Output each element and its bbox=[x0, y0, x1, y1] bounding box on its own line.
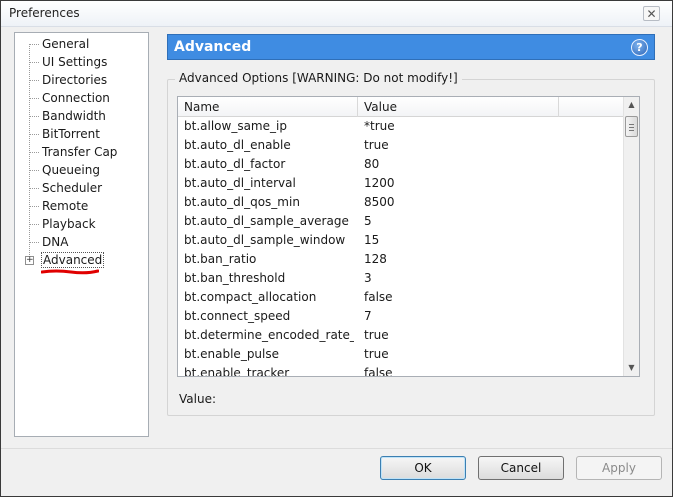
vertical-scrollbar[interactable]: ▲ ▼ bbox=[623, 97, 639, 376]
table-row[interactable]: bt.determine_encoded_rate_fo... true bbox=[178, 326, 625, 345]
table-row[interactable]: bt.allow_same_ip *true bbox=[178, 117, 625, 136]
panel-header: Advanced ? bbox=[167, 34, 655, 60]
red-underline-annotation bbox=[41, 269, 99, 275]
column-header-value[interactable]: Value bbox=[358, 97, 559, 117]
tree-item-connection[interactable]: Connection bbox=[29, 89, 110, 107]
tree-item-label: Advanced bbox=[41, 252, 105, 268]
tree-item-bittorrent[interactable]: BitTorrent bbox=[29, 125, 100, 143]
row-name: bt.auto_dl_sample_window bbox=[184, 233, 346, 247]
row-name: bt.auto_dl_sample_average bbox=[184, 214, 349, 228]
tree-item-label: Queueing bbox=[42, 163, 100, 177]
tree-item-general[interactable]: General bbox=[29, 35, 89, 53]
ok-button[interactable]: OK bbox=[380, 456, 466, 480]
row-name: bt.compact_allocation bbox=[184, 290, 317, 304]
tree-item-label: Connection bbox=[42, 91, 110, 105]
advanced-options-group: Advanced Options [WARNING: Do not modify… bbox=[167, 71, 655, 416]
tree-item-transfer-cap[interactable]: Transfer Cap bbox=[29, 143, 117, 161]
row-value: 8500 bbox=[364, 195, 395, 209]
tree-item-label: UI Settings bbox=[42, 55, 108, 69]
table-row[interactable]: bt.auto_dl_sample_average 5 bbox=[178, 212, 625, 231]
apply-button[interactable]: Apply bbox=[576, 456, 662, 480]
list-body: bt.allow_same_ip *true bt.auto_dl_enable tr… bbox=[178, 117, 625, 376]
row-value: 128 bbox=[364, 252, 387, 266]
table-row[interactable]: bt.auto_dl_qos_min 8500 bbox=[178, 193, 625, 212]
preferences-window: Preferences ✕ General UI Settings Direct… bbox=[0, 0, 673, 497]
tree-item-dna[interactable]: DNA bbox=[29, 233, 68, 251]
table-row[interactable]: bt.compact_allocation false bbox=[178, 288, 625, 307]
preferences-tree[interactable]: General UI Settings Directories Connecti… bbox=[14, 32, 149, 437]
table-row[interactable]: bt.ban_ratio 128 bbox=[178, 250, 625, 269]
tree-item-scheduler[interactable]: Scheduler bbox=[29, 179, 102, 197]
list-header: Name Value bbox=[178, 97, 625, 117]
tree-item-remote[interactable]: Remote bbox=[29, 197, 88, 215]
tree-item-bandwidth[interactable]: Bandwidth bbox=[29, 107, 106, 125]
tree-item-queueing[interactable]: Queueing bbox=[29, 161, 100, 179]
row-name: bt.enable_tracker bbox=[184, 366, 290, 376]
tree-item-label: Transfer Cap bbox=[42, 145, 118, 159]
row-value: false bbox=[364, 290, 393, 304]
scroll-up-icon[interactable]: ▲ bbox=[624, 97, 639, 113]
table-row[interactable]: bt.auto_dl_interval 1200 bbox=[178, 174, 625, 193]
tree-item-label: Scheduler bbox=[42, 181, 103, 195]
row-name: bt.auto_dl_factor bbox=[184, 157, 286, 171]
row-name: bt.ban_threshold bbox=[184, 271, 286, 285]
group-label: Advanced Options [WARNING: Do not modify… bbox=[175, 71, 462, 85]
tree-item-ui-settings[interactable]: UI Settings bbox=[29, 53, 107, 71]
table-row[interactable]: bt.ban_threshold 3 bbox=[178, 269, 625, 288]
row-value: *true bbox=[364, 119, 395, 133]
tree-item-label: BitTorrent bbox=[42, 127, 100, 141]
cancel-button[interactable]: Cancel bbox=[478, 456, 564, 480]
row-value: true bbox=[364, 138, 389, 152]
row-value: 1200 bbox=[364, 176, 395, 190]
row-name: bt.allow_same_ip bbox=[184, 119, 287, 133]
panel-title: Advanced bbox=[174, 39, 252, 55]
table-row[interactable]: bt.auto_dl_enable true bbox=[178, 136, 625, 155]
row-name: bt.connect_speed bbox=[184, 309, 291, 323]
tree-item-directories[interactable]: Directories bbox=[29, 71, 107, 89]
row-value: false bbox=[364, 366, 393, 376]
value-label: Value: bbox=[179, 392, 216, 406]
row-value: 80 bbox=[364, 157, 380, 171]
table-row[interactable]: bt.enable_tracker false bbox=[178, 364, 625, 376]
table-row[interactable]: bt.connect_speed 7 bbox=[178, 307, 625, 326]
table-row[interactable]: bt.auto_dl_factor 80 bbox=[178, 155, 625, 174]
expand-plus-icon[interactable]: + bbox=[25, 256, 34, 265]
title-bar[interactable]: Preferences ✕ bbox=[1, 1, 672, 27]
advanced-options-list[interactable]: Name Value bt.allow_same_ip *true bt.auto_… bbox=[177, 96, 640, 377]
row-value: 7 bbox=[364, 309, 372, 323]
advanced-panel: Advanced ? Advanced Options [WARNING: Do… bbox=[167, 34, 655, 416]
tree-item-playback[interactable]: Playback bbox=[29, 215, 96, 233]
tree-item-label: Playback bbox=[42, 217, 96, 231]
table-row[interactable]: bt.enable_pulse true bbox=[178, 345, 625, 364]
scroll-down-icon[interactable]: ▼ bbox=[624, 360, 639, 376]
tree-item-label: Bandwidth bbox=[42, 109, 106, 123]
column-header-name[interactable]: Name bbox=[178, 97, 358, 117]
row-value: 5 bbox=[364, 214, 372, 228]
row-value: true bbox=[364, 347, 389, 361]
row-name: bt.auto_dl_interval bbox=[184, 176, 296, 190]
row-name: bt.ban_ratio bbox=[184, 252, 257, 266]
column-header-filler bbox=[559, 97, 625, 117]
table-row[interactable]: bt.auto_dl_sample_window 15 bbox=[178, 231, 625, 250]
help-icon[interactable]: ? bbox=[631, 39, 648, 56]
tree-item-label: Remote bbox=[42, 199, 89, 213]
footer-divider bbox=[1, 448, 672, 449]
close-icon[interactable]: ✕ bbox=[643, 6, 660, 21]
row-value: 3 bbox=[364, 271, 372, 285]
tree-item-label: General bbox=[42, 37, 90, 51]
tree-item-advanced[interactable]: Advanced bbox=[41, 251, 105, 269]
row-value: true bbox=[364, 328, 389, 342]
row-name: bt.determine_encoded_rate_fo... bbox=[184, 328, 354, 342]
row-name: bt.enable_pulse bbox=[184, 347, 280, 361]
row-name: bt.auto_dl_enable bbox=[184, 138, 291, 152]
row-name: bt.auto_dl_qos_min bbox=[184, 195, 300, 209]
scroll-thumb[interactable] bbox=[625, 116, 638, 137]
tree-item-label: DNA bbox=[42, 235, 69, 249]
row-value: 15 bbox=[364, 233, 380, 247]
tree-item-label: Directories bbox=[42, 73, 108, 87]
window-title: Preferences bbox=[9, 6, 80, 20]
